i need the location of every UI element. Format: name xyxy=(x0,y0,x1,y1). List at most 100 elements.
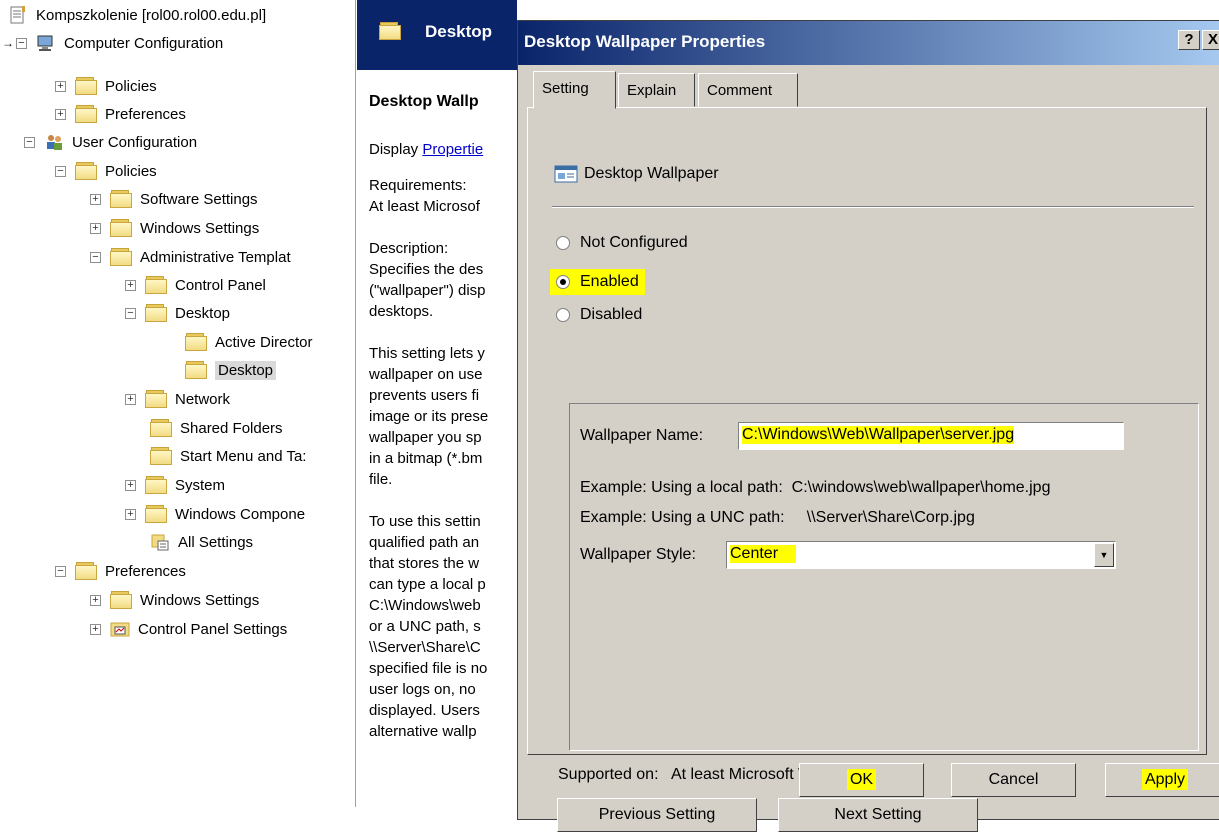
properties-link[interactable]: Propertie xyxy=(422,141,483,158)
tree-label: Policies xyxy=(105,162,157,180)
tree-shared-folders[interactable]: Shared Folders xyxy=(150,415,283,441)
tree-label: Software Settings xyxy=(140,190,258,208)
explain-line: C:\Windows\web xyxy=(369,597,481,614)
tree-network[interactable]: + Network xyxy=(125,386,230,412)
expand-icon[interactable]: + xyxy=(125,279,136,291)
collapse-icon[interactable]: − xyxy=(24,136,35,148)
explain-line: user logs on, no xyxy=(369,681,476,698)
radio-circle[interactable] xyxy=(556,308,570,322)
expand-icon[interactable]: + xyxy=(90,222,101,234)
explain-line: that stores the w xyxy=(369,555,480,572)
expand-icon[interactable]: + xyxy=(125,393,136,405)
folder-icon xyxy=(75,105,97,123)
tree-start-menu[interactable]: Start Menu and Ta: xyxy=(150,443,306,469)
explain-line: desktops. xyxy=(369,303,434,320)
arrow-pointer-icon: → xyxy=(2,36,14,50)
collapse-icon[interactable]: − xyxy=(16,37,27,49)
expand-icon[interactable]: + xyxy=(55,108,66,120)
all-settings-icon xyxy=(151,534,169,551)
tree-computer-configuration[interactable]: → − Computer Configuration xyxy=(2,30,223,56)
tree-label: Control Panel xyxy=(175,276,266,294)
folder-icon xyxy=(145,276,167,294)
folder-icon xyxy=(110,190,132,208)
collapse-icon[interactable]: − xyxy=(55,165,66,177)
setting-tab-page: Desktop Wallpaper Not Configured Enabled… xyxy=(527,107,1207,832)
setting-name: Desktop Wallpaper xyxy=(584,165,719,182)
tree-control-panel[interactable]: + Control Panel xyxy=(125,272,266,298)
dialog-title: Desktop Wallpaper Properties xyxy=(524,32,766,51)
wallpaper-name-input[interactable]: C:\Windows\Web\Wallpaper\server.jpg xyxy=(738,422,1124,450)
properties-dialog: Desktop Wallpaper Properties ? X Setting… xyxy=(517,20,1219,832)
explain-line: specified file is no xyxy=(369,660,488,677)
tree-all-settings[interactable]: All Settings xyxy=(150,529,253,555)
tree-software-settings[interactable]: + Software Settings xyxy=(90,186,258,212)
dialog-title-bar[interactable]: Desktop Wallpaper Properties ? X xyxy=(518,21,1219,65)
tab-explain[interactable]: Explain xyxy=(618,73,695,107)
tree-cc-policies[interactable]: + Policies xyxy=(55,73,157,99)
tree-system[interactable]: + System xyxy=(125,472,225,498)
expand-icon[interactable]: + xyxy=(55,80,66,92)
tree-windows-settings[interactable]: + Windows Settings xyxy=(90,215,259,241)
explain-line: wallpaper on use xyxy=(369,366,483,383)
tree-uc-preferences[interactable]: − Preferences xyxy=(55,558,186,584)
radio-disabled[interactable]: Disabled xyxy=(556,306,642,324)
previous-setting-button[interactable]: Previous Setting xyxy=(557,798,757,832)
next-setting-button[interactable]: Next Setting xyxy=(778,798,978,832)
folder-icon xyxy=(145,304,167,322)
tree-label: Shared Folders xyxy=(180,419,283,437)
expand-icon[interactable]: + xyxy=(125,479,136,491)
help-button[interactable]: ? xyxy=(1178,30,1200,50)
radio-circle[interactable] xyxy=(556,236,570,250)
explain-line: Requirements: xyxy=(369,177,467,194)
tree-administrative-templates[interactable]: − Administrative Templat xyxy=(90,244,291,270)
folder-icon xyxy=(145,476,167,494)
folder-icon xyxy=(379,22,401,40)
close-button[interactable]: X xyxy=(1202,30,1219,50)
tree-label: Desktop xyxy=(175,304,231,322)
explain-line: image or its prese xyxy=(369,408,489,425)
tree-label: Preferences xyxy=(105,562,186,580)
explain-line: can type a local p xyxy=(369,576,486,593)
wallpaper-style-select[interactable]: Center ▼ xyxy=(726,541,1116,569)
expand-icon[interactable]: + xyxy=(90,594,101,606)
tree-windows-components[interactable]: + Windows Compone xyxy=(125,501,305,527)
expand-icon[interactable]: + xyxy=(90,193,101,205)
tree-desktop-child[interactable]: Desktop xyxy=(185,357,277,383)
tree-label: Network xyxy=(175,390,231,408)
expand-icon[interactable]: + xyxy=(90,623,101,635)
folder-icon xyxy=(185,333,207,351)
expand-icon[interactable]: + xyxy=(125,508,136,520)
tab-comment[interactable]: Comment xyxy=(698,73,798,107)
tree-desktop[interactable]: − Desktop xyxy=(125,300,230,326)
collapse-icon[interactable]: − xyxy=(90,251,101,263)
collapse-icon[interactable]: − xyxy=(55,565,66,577)
folder-icon xyxy=(185,361,207,379)
separator xyxy=(552,206,1194,208)
ok-button[interactable]: OK xyxy=(799,763,924,797)
radio-circle-checked[interactable] xyxy=(556,275,570,289)
explain-line: \\Server\Share\C xyxy=(369,639,481,656)
tree-pref-control-panel-settings[interactable]: + Control Panel Settings xyxy=(90,616,287,642)
tree-active-directory[interactable]: Active Director xyxy=(185,329,313,355)
policy-setting-icon xyxy=(554,165,578,183)
folder-icon xyxy=(150,419,172,437)
radio-not-configured[interactable]: Not Configured xyxy=(556,234,688,252)
example-local-path: Example: Using a local path: C:\windows\… xyxy=(580,479,1051,496)
tree-root[interactable]: Kompszkolenie [rol00.rol00.edu.pl] xyxy=(8,2,266,28)
collapse-icon[interactable]: − xyxy=(125,307,136,319)
tab-setting[interactable]: Setting xyxy=(533,71,616,109)
folder-icon xyxy=(75,562,97,580)
chevron-down-icon[interactable]: ▼ xyxy=(1094,543,1114,567)
tree-label: Windows Settings xyxy=(140,591,260,609)
tree-user-configuration[interactable]: − User Configuration xyxy=(24,129,197,155)
policy-document-icon xyxy=(10,6,25,24)
example-unc-path: Example: Using a UNC path: \\Server\Shar… xyxy=(580,509,975,526)
tree-uc-policies[interactable]: − Policies xyxy=(55,158,157,184)
cancel-button[interactable]: Cancel xyxy=(951,763,1076,797)
apply-button[interactable]: Apply xyxy=(1105,763,1219,797)
tree-label: Windows Compone xyxy=(175,505,306,523)
explain-line: Specifies the des xyxy=(369,261,484,278)
tree-pref-windows-settings[interactable]: + Windows Settings xyxy=(90,587,259,613)
radio-enabled[interactable]: Enabled xyxy=(550,269,645,295)
tree-cc-preferences[interactable]: + Preferences xyxy=(55,101,186,127)
